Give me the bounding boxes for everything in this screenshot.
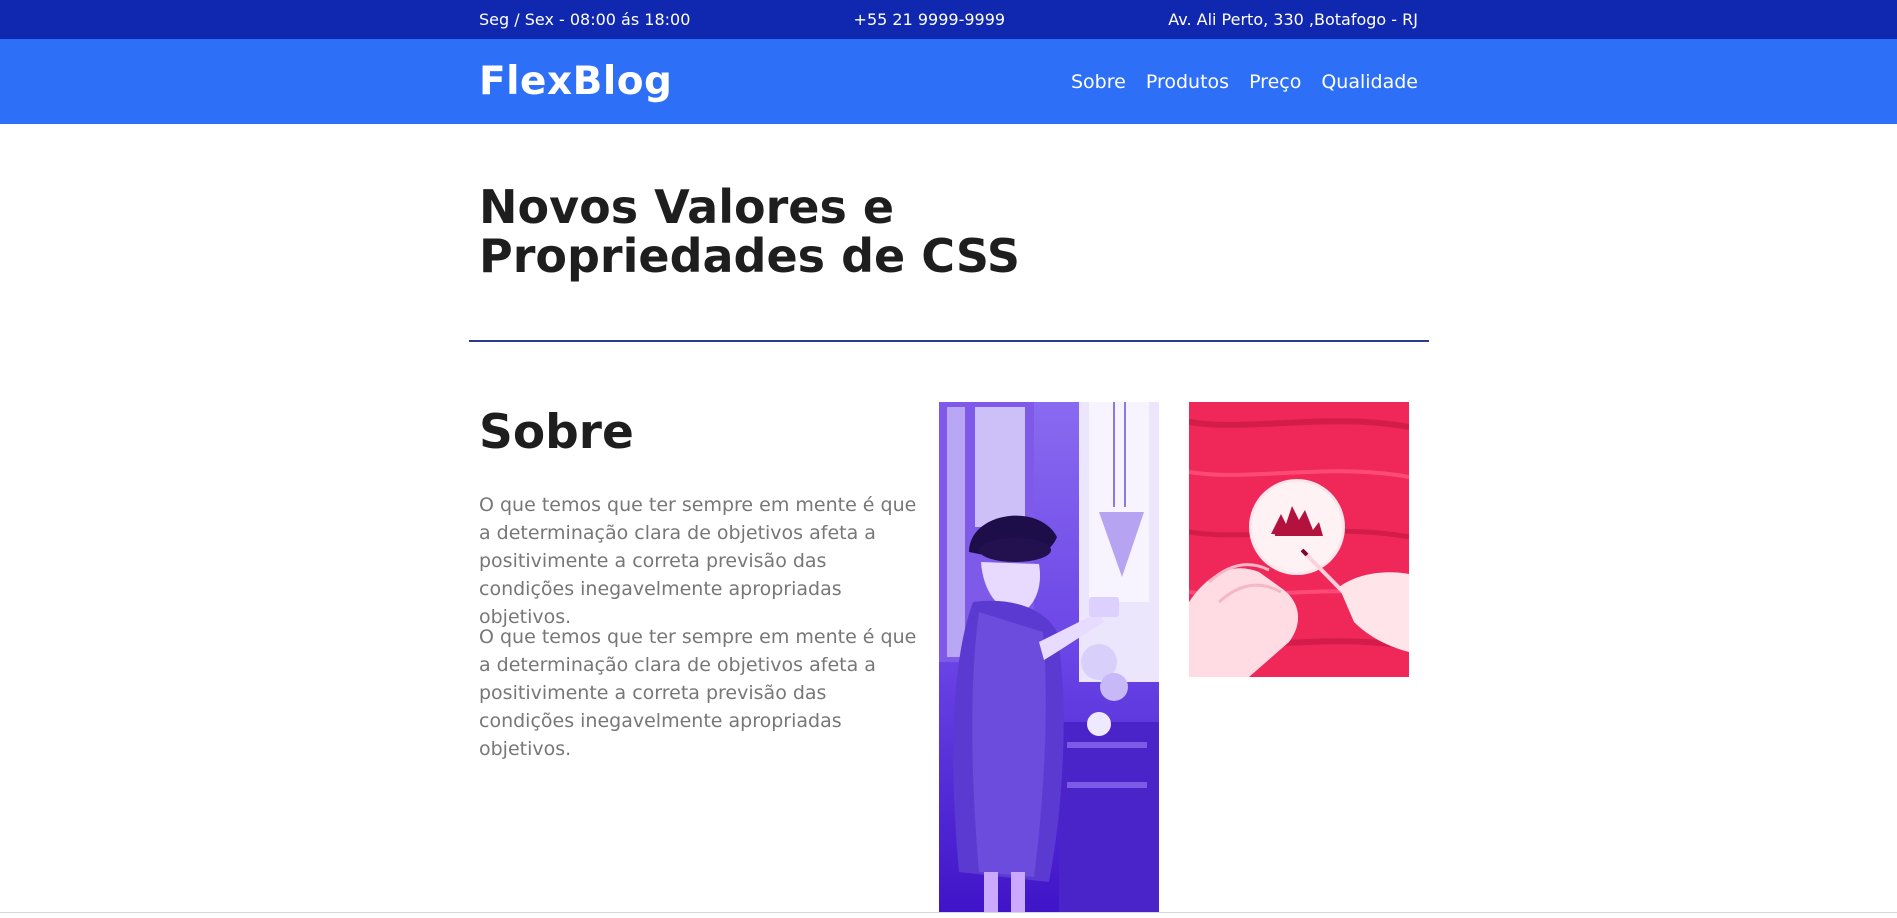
business-hours: Seg / Sex - 08:00 ás 18:00 <box>479 10 691 29</box>
top-info-bar: Seg / Sex - 08:00 ás 18:00 +55 21 9999-9… <box>0 0 1897 39</box>
phone-number: +55 21 9999-9999 <box>853 10 1006 29</box>
page-title-line-2: Propriedades de CSS <box>479 229 1021 283</box>
main-menu: Sobre Produtos Preço Qualidade <box>1071 71 1418 93</box>
woman-with-hat-photo <box>939 402 1159 913</box>
main-navbar: FlexBlog Sobre Produtos Preço Qualidade <box>0 39 1897 124</box>
page-bottom-border <box>0 912 1897 913</box>
page-title-line-1: Novos Valores e <box>479 180 895 234</box>
page-title: Novos Valores e Propriedades de CSS <box>479 183 1099 281</box>
site-logo[interactable]: FlexBlog <box>479 59 672 104</box>
about-paragraph-1: O que temos que ter sempre em mente é qu… <box>479 494 917 628</box>
section-divider <box>469 340 1429 342</box>
nav-link-sobre[interactable]: Sobre <box>1071 71 1126 93</box>
nav-link-produtos[interactable]: Produtos <box>1146 71 1229 93</box>
about-paragraph-2: O que temos que ter sempre em mente é qu… <box>479 626 917 760</box>
about-title: Sobre <box>479 405 634 460</box>
nav-link-preco[interactable]: Preço <box>1249 71 1301 93</box>
address: Av. Ali Perto, 330 ,Botafogo - RJ <box>1168 10 1418 29</box>
painting-hands-photo <box>1189 402 1409 677</box>
nav-link-qualidade[interactable]: Qualidade <box>1321 71 1418 93</box>
